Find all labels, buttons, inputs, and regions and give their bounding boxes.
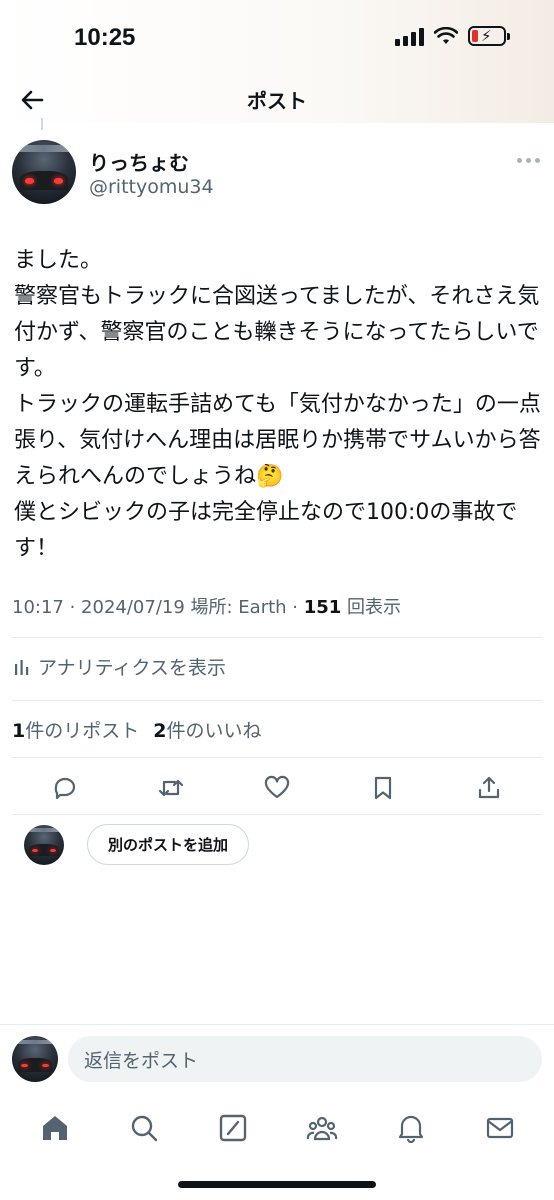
share-icon[interactable] bbox=[472, 771, 506, 805]
author-display-name[interactable]: りっちょむ bbox=[89, 147, 189, 176]
engagement-counts: 1件のリポスト 2件のいいね bbox=[12, 716, 262, 743]
reply-icon[interactable] bbox=[48, 771, 82, 805]
repost-count: 1 bbox=[12, 720, 26, 742]
thread-user-avatar bbox=[24, 825, 64, 865]
like-icon[interactable] bbox=[260, 771, 294, 805]
status-icons: ⚡ bbox=[395, 26, 510, 46]
like-count-link[interactable]: 2件のいいね bbox=[153, 716, 261, 743]
signal-icon bbox=[395, 27, 424, 46]
view-count: 151 bbox=[303, 597, 342, 618]
tab-bar bbox=[0, 1098, 554, 1158]
action-bar bbox=[12, 770, 542, 806]
reply-input[interactable]: 返信をポスト bbox=[68, 1036, 542, 1082]
post-meta: 10:17 · 2024/07/19 場所: Earth · 151 回表示 bbox=[12, 593, 401, 619]
wifi-icon bbox=[434, 27, 458, 45]
bookmark-icon[interactable] bbox=[366, 771, 400, 805]
status-bar: 10:25 ⚡ bbox=[0, 0, 554, 75]
composer-avatar bbox=[12, 1036, 58, 1082]
battery-icon: ⚡ bbox=[468, 26, 510, 46]
home-icon[interactable] bbox=[33, 1106, 77, 1150]
repost-count-link[interactable]: 1件のリポスト bbox=[12, 716, 139, 743]
grok-icon[interactable] bbox=[211, 1106, 255, 1150]
add-post-button[interactable]: 別のポストを追加 bbox=[87, 824, 250, 865]
like-count-label: 件のいいね bbox=[166, 720, 262, 742]
post-timestamp-location: 10:17 · 2024/07/19 場所: Earth · bbox=[12, 597, 304, 618]
thread-line bbox=[41, 118, 43, 130]
page-title: ポスト bbox=[247, 89, 307, 113]
post-text: ました。 警察官もトラックに合図送ってましたが、それさえ気付かず、警察官のことも… bbox=[14, 248, 541, 561]
repost-count-label: 件のリポスト bbox=[25, 720, 140, 742]
author-handle[interactable]: @rittyomu34 bbox=[89, 176, 214, 198]
status-time: 10:25 bbox=[74, 24, 136, 51]
nav-bar: ポスト bbox=[0, 75, 554, 123]
messages-icon[interactable] bbox=[478, 1106, 522, 1150]
divider bbox=[12, 700, 542, 701]
search-icon[interactable] bbox=[122, 1106, 166, 1150]
communities-icon[interactable] bbox=[300, 1106, 344, 1150]
repost-icon[interactable] bbox=[154, 771, 188, 805]
analytics-label: アナリティクスを表示 bbox=[38, 657, 226, 679]
notifications-icon[interactable] bbox=[389, 1106, 433, 1150]
divider bbox=[12, 637, 542, 638]
more-icon[interactable] bbox=[517, 158, 540, 163]
analytics-icon bbox=[12, 657, 32, 677]
author-avatar[interactable] bbox=[12, 140, 76, 204]
home-indicator[interactable] bbox=[178, 1181, 376, 1188]
divider bbox=[12, 814, 542, 815]
divider bbox=[12, 757, 542, 758]
view-label: 回表示 bbox=[341, 597, 402, 618]
analytics-link[interactable]: アナリティクスを表示 bbox=[12, 653, 226, 680]
like-count: 2 bbox=[153, 720, 167, 742]
